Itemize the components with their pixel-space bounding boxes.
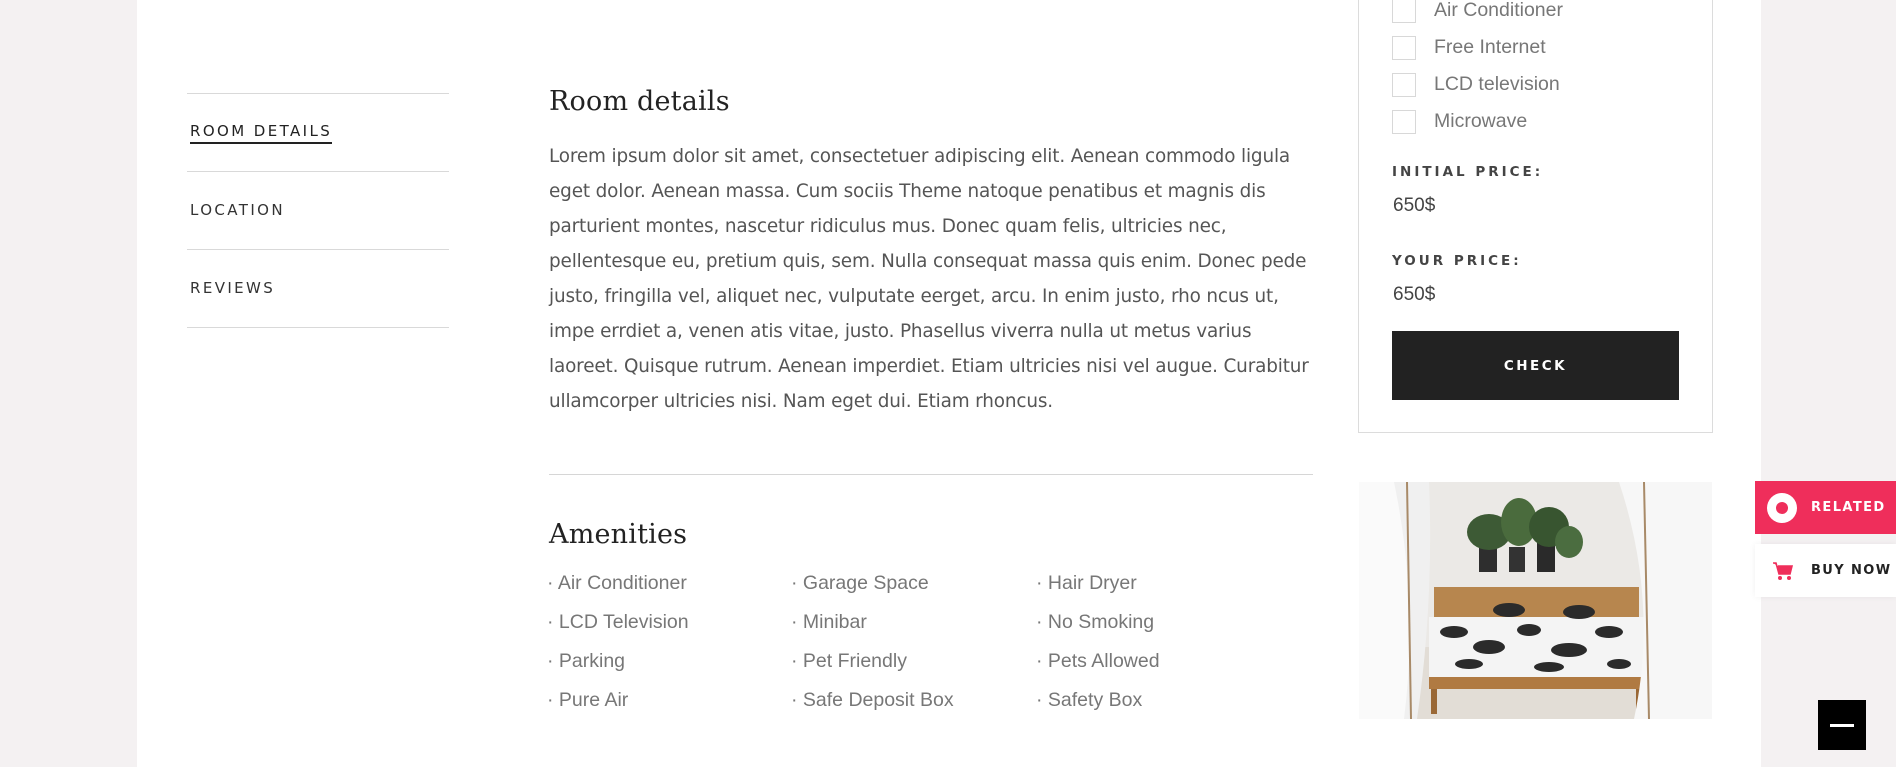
tab-reviews[interactable]: REVIEWS [187, 250, 449, 328]
option-free-internet[interactable]: Free Internet [1392, 29, 1563, 66]
amenity-item: · Hair Dryer [1036, 572, 1137, 594]
option-label: Microwave [1434, 110, 1528, 132]
your-price-label: YOUR PRICE: [1392, 253, 1522, 269]
amenity-item: · LCD Television [547, 611, 689, 633]
option-label: Free Internet [1434, 36, 1546, 58]
amenity-item: · Air Conditioner [547, 572, 687, 594]
checkbox[interactable] [1392, 72, 1416, 97]
option-label: LCD television [1434, 73, 1560, 95]
amenity-item: · Garage Space [791, 572, 929, 594]
related-label: RELATED [1811, 500, 1886, 515]
tab-location[interactable]: LOCATION [187, 172, 449, 250]
amenities-title: Amenities [549, 519, 688, 550]
scroll-to-top-button[interactable] [1818, 700, 1866, 750]
details-tabs: ROOM DETAILS LOCATION REVIEWS [187, 93, 449, 328]
checkbox[interactable] [1392, 35, 1416, 60]
tab-label: ROOM DETAILS [190, 122, 333, 144]
minus-icon [1830, 723, 1854, 727]
option-label: Air Conditioner [1434, 0, 1563, 21]
amenity-item: · No Smoking [1036, 611, 1155, 633]
room-image [1359, 482, 1712, 719]
related-icon [1767, 492, 1797, 523]
amenities-list: · Air Conditioner · Garage Space · Hair … [547, 572, 1287, 728]
checkbox[interactable] [1392, 109, 1416, 134]
option-air-conditioner[interactable]: Air Conditioner [1392, 0, 1563, 29]
initial-price-label: INITIAL PRICE: [1392, 164, 1544, 180]
amenity-item: · Pets Allowed [1036, 650, 1160, 672]
tab-label: LOCATION [190, 200, 286, 219]
tab-room-details[interactable]: ROOM DETAILS [187, 94, 449, 172]
related-tab[interactable]: RELATED [1755, 481, 1896, 534]
your-price-value: 650$ [1393, 284, 1436, 305]
option-lcd-television[interactable]: LCD television [1392, 66, 1563, 103]
amenity-item: · Parking [547, 650, 626, 672]
tab-label: REVIEWS [190, 278, 276, 297]
buy-now-tab[interactable]: BUY NOW [1755, 544, 1896, 597]
cart-icon [1773, 561, 1794, 580]
room-details-title: Room details [549, 86, 730, 117]
option-microwave[interactable]: Microwave [1392, 103, 1563, 140]
checkbox[interactable] [1392, 0, 1416, 23]
amenity-item: · Pet Friendly [791, 650, 907, 672]
room-description: Lorem ipsum dolor sit amet, consectetuer… [549, 146, 1309, 412]
initial-price-value: 650$ [1393, 195, 1436, 216]
amenity-item: · Safety Box [1036, 689, 1143, 711]
check-button[interactable]: CHECK [1392, 331, 1679, 400]
extra-services-list: Air Conditioner Free Internet LCD televi… [1392, 0, 1563, 140]
section-divider [549, 474, 1313, 475]
buy-now-label: BUY NOW [1811, 563, 1892, 578]
amenity-item: · Pure Air [547, 689, 629, 711]
amenity-item: · Minibar [791, 611, 867, 633]
room-details-section: Room details Lorem ipsum dolor sit amet,… [549, 80, 1311, 419]
amenity-item: · Safe Deposit Box [791, 689, 954, 711]
